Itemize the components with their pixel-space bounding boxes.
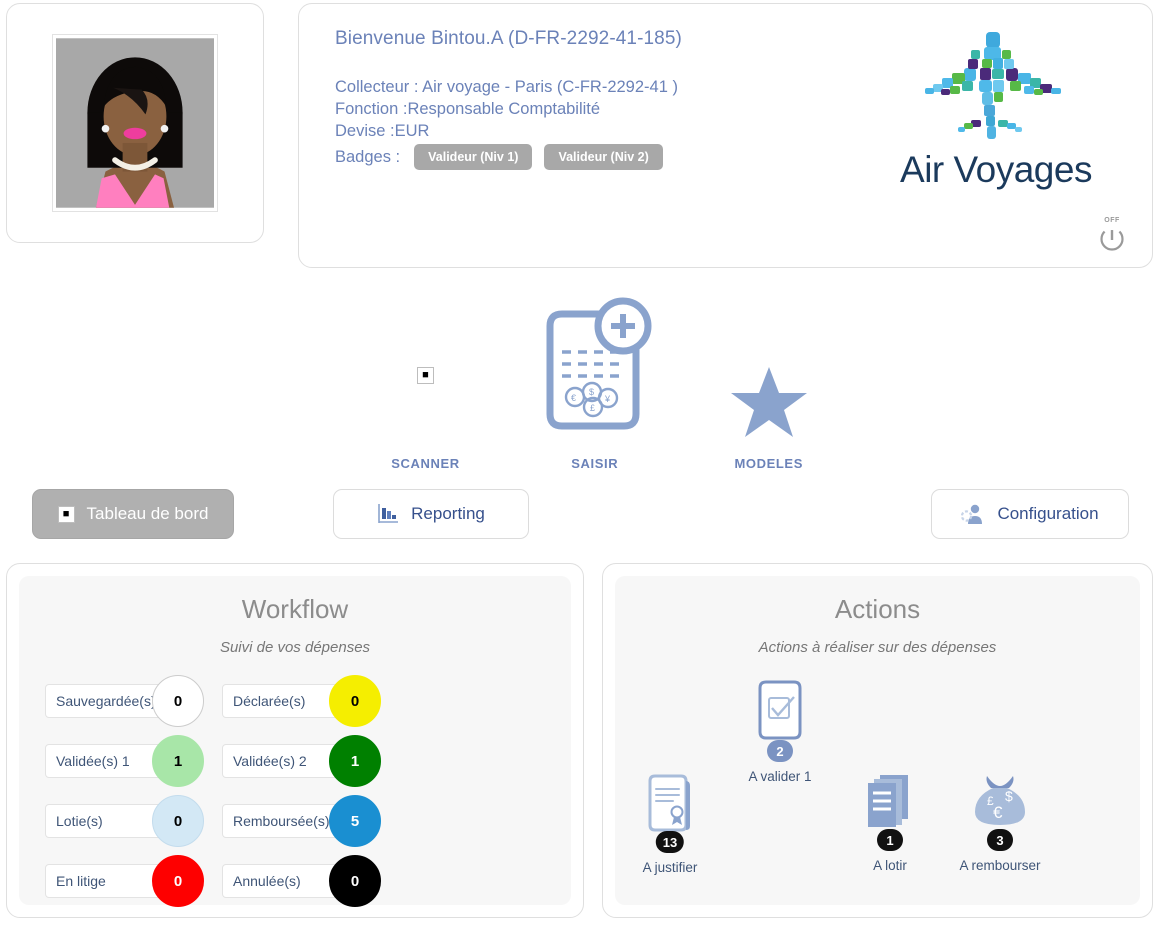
actions-card: Actions Actions à réaliser sur des dépen… [602, 563, 1153, 918]
airplane-mosaic-logo-icon [925, 32, 1061, 139]
workflow-count-bubble: 0 [329, 675, 381, 727]
broken-image-icon: ■ [57, 505, 75, 523]
broken-image-icon: ■ [416, 366, 434, 384]
dashboard-page: Bienvenue Bintou.A (D-FR-2292-41-185) Co… [0, 0, 1159, 927]
workflow-count-bubble: 0 [152, 795, 204, 847]
svg-text:¥: ¥ [604, 394, 611, 404]
quick-action-modeles-label: MODELES [734, 456, 803, 471]
action-count-badge: 3 [987, 829, 1013, 851]
workflow-chip-grid: Sauvegardée(s) 0 Déclarée(s) 0 Validée(s… [19, 675, 571, 907]
action-a-lotir[interactable]: 1 A lotir [830, 773, 950, 874]
svg-text:€: € [571, 393, 576, 403]
power-label: OFF [1104, 217, 1120, 224]
nav-tableau-de-bord-button[interactable]: ■ Tableau de bord [32, 489, 234, 539]
workflow-count-bubble: 0 [329, 855, 381, 907]
certificate-document-icon [648, 774, 690, 832]
workflow-chip-loties[interactable]: Lotie(s) 0 [45, 795, 222, 847]
nav-configuration-label: Configuration [997, 504, 1099, 523]
workflow-count-bubble: 1 [152, 735, 204, 787]
power-icon [1100, 225, 1124, 251]
workflow-label: Lotie(s) [56, 813, 103, 829]
workflow-label: Validée(s) 2 [233, 753, 307, 769]
checkbox-document-icon [758, 680, 802, 740]
quick-action-modeles[interactable]: MODELES [730, 299, 808, 471]
action-count-badge: 13 [655, 831, 685, 853]
svg-text:€: € [993, 803, 1003, 822]
workflow-panel: Workflow Suivi de vos dépenses Sauvegard… [19, 576, 571, 907]
top-section: Bienvenue Bintou.A (D-FR-2292-41-185) Co… [0, 0, 1159, 268]
workflow-label: Déclarée(s) [233, 693, 306, 709]
svg-text:£: £ [590, 403, 595, 413]
workflow-count-bubble: 5 [329, 795, 381, 847]
badges-label: Badges : [335, 147, 401, 166]
star-icon [730, 367, 807, 437]
stacked-documents-icon [868, 775, 908, 827]
action-count-badge: 1 [877, 829, 903, 851]
workflow-label: Remboursée(s) [233, 813, 330, 829]
actions-title: Actions [834, 594, 921, 624]
svg-text:$: $ [589, 387, 594, 397]
avatar-card [6, 3, 264, 243]
workflow-label: Validée(s) 1 [56, 753, 130, 769]
workflow-count-bubble: 0 [152, 855, 204, 907]
quick-actions-row: ■ SCANNER € $ ¥ £ SAISIR MODELES [0, 294, 1159, 471]
user-gear-icon [961, 504, 983, 524]
workflow-count-bubble: 1 [329, 735, 381, 787]
bar-chart-icon [378, 504, 399, 523]
nav-configuration-button[interactable]: Configuration [931, 489, 1129, 539]
action-count-badge: 2 [767, 740, 793, 762]
workflow-chip-annulees[interactable]: Annulée(s) 0 [222, 855, 399, 907]
badge-valideur-niv1: Valideur (Niv 1) [414, 144, 533, 170]
workflow-chip-remboursees[interactable]: Remboursée(s) 5 [222, 795, 399, 847]
avatar [56, 38, 214, 208]
bottom-section: Workflow Suivi de vos dépenses Sauvegard… [0, 563, 1159, 918]
workflow-chip-en-litige[interactable]: En litige 0 [45, 855, 222, 907]
workflow-label: Sauvegardée(s) [56, 693, 156, 709]
actions-panel: Actions Actions à réaliser sur des dépen… [615, 576, 1140, 905]
workflow-subtitle: Suivi de vos dépenses [219, 639, 371, 656]
quick-action-saisir[interactable]: € $ ¥ £ SAISIR [530, 294, 660, 471]
actions-subtitle: Actions à réaliser sur des dépenses [758, 639, 997, 656]
avatar-frame [52, 34, 218, 212]
action-a-rembourser[interactable]: £ $ € 3 A rembourser [940, 773, 1060, 874]
action-label: A lotir [873, 858, 907, 873]
badge-valideur-niv2: Valideur (Niv 2) [544, 144, 663, 170]
nav-button-row: ■ Tableau de bord Reporting Configuratio… [0, 489, 1159, 549]
quick-action-scanner[interactable]: ■ SCANNER [391, 299, 459, 471]
workflow-chip-validees-2[interactable]: Validée(s) 2 1 [222, 735, 399, 787]
new-expense-document-icon: € $ ¥ £ [546, 297, 652, 430]
workflow-title: Workflow [241, 594, 349, 624]
workflow-label: En litige [56, 873, 106, 889]
money-bag-icon: £ $ € [975, 776, 1025, 825]
workflow-label: Annulée(s) [233, 873, 301, 889]
nav-reporting-label: Reporting [411, 504, 485, 523]
svg-text:$: $ [1005, 788, 1013, 804]
action-label: A justifier [642, 860, 698, 875]
user-header-card: Bienvenue Bintou.A (D-FR-2292-41-185) Co… [298, 3, 1153, 268]
action-a-justifier[interactable]: 13 A justifier [610, 773, 730, 876]
actions-icon-area: 2 A valider 1 13 A justifier 1 A lotir £… [615, 678, 1140, 908]
brand-logo-block: Air Voyages [886, 28, 1106, 191]
nav-tableau-de-bord-label: Tableau de bord [86, 504, 209, 523]
action-label: A rembourser [959, 858, 1041, 873]
action-a-valider[interactable]: 2 A valider 1 [720, 678, 840, 785]
workflow-card: Workflow Suivi de vos dépenses Sauvegard… [6, 563, 584, 918]
action-label: A valider 1 [748, 769, 812, 784]
quick-action-saisir-label: SAISIR [571, 456, 619, 471]
workflow-chip-sauvegardees[interactable]: Sauvegardée(s) 0 [45, 675, 222, 727]
workflow-chip-validees-1[interactable]: Validée(s) 1 1 [45, 735, 222, 787]
power-off-button[interactable]: OFF [1092, 217, 1132, 259]
brand-name: Air Voyages [900, 149, 1092, 190]
quick-action-scanner-label: SCANNER [391, 456, 460, 471]
workflow-chip-declarees[interactable]: Déclarée(s) 0 [222, 675, 399, 727]
nav-reporting-button[interactable]: Reporting [333, 489, 529, 539]
workflow-count-bubble: 0 [152, 675, 204, 727]
